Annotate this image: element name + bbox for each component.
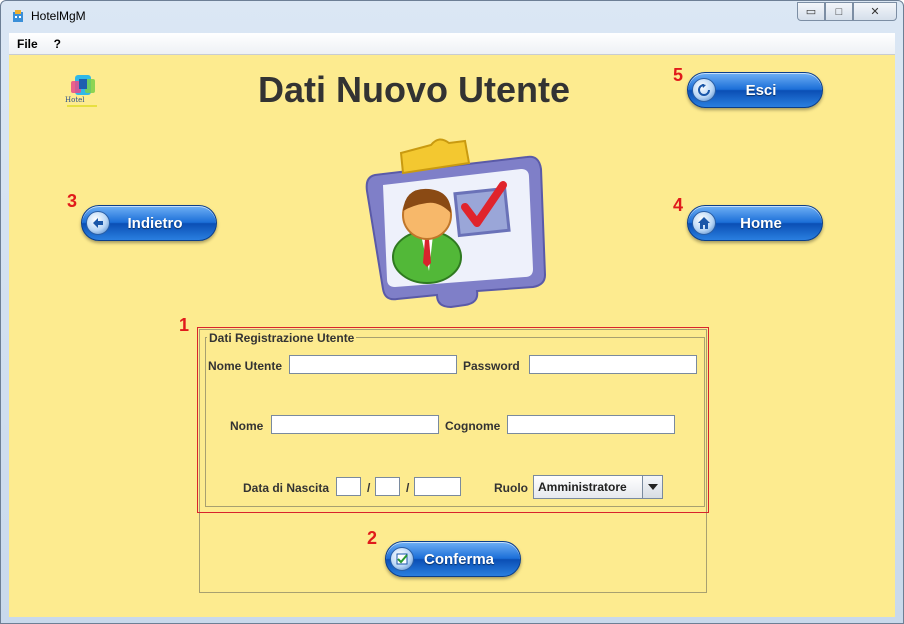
home-button[interactable]: Home [687, 205, 823, 241]
birthdate-label: Data di Nascita [243, 481, 330, 495]
confirm-button[interactable]: Conferma [385, 541, 521, 577]
close-button[interactable]: ✕ [853, 2, 897, 21]
menu-bar: File ? [9, 33, 895, 55]
username-label: Nome Utente [208, 359, 283, 373]
fieldset-legend: Dati Registrazione Utente [207, 331, 357, 345]
hotel-logo: Hotel [65, 75, 97, 107]
back-arrow-icon [86, 211, 110, 235]
main-panel: Hotel Dati Nuovo Utente 5 3 4 1 2 Esci I… [9, 55, 895, 617]
role-select[interactable]: Amministratore [533, 475, 663, 499]
logo-text: Hotel [65, 96, 85, 104]
date-separator: / [406, 481, 410, 495]
app-icon [13, 10, 23, 22]
surname-field[interactable] [507, 415, 675, 434]
annotation-home: 4 [673, 195, 684, 215]
minimize-button[interactable]: ▭ [797, 2, 825, 21]
birth-month-field[interactable] [375, 477, 400, 496]
annotation-back: 3 [67, 191, 78, 211]
name-field[interactable] [271, 415, 439, 434]
confirm-button-label: Conferma [423, 550, 494, 568]
maximize-button[interactable]: □ [825, 2, 853, 21]
exit-icon [692, 78, 716, 102]
password-field[interactable] [529, 355, 697, 374]
title-bar: HotelMgM ▭ □ ✕ [1, 1, 903, 31]
menu-file[interactable]: File [9, 37, 46, 51]
password-label: Password [463, 359, 520, 373]
confirm-check-icon [390, 547, 414, 571]
surname-label: Cognome [445, 419, 501, 433]
menu-help[interactable]: ? [46, 37, 69, 51]
exit-button-label: Esci [745, 81, 777, 99]
window-controls: ▭ □ ✕ [797, 2, 897, 22]
user-badge-illustration [365, 138, 547, 309]
exit-button[interactable]: Esci [687, 72, 823, 108]
chevron-down-icon[interactable] [642, 476, 662, 498]
role-label: Ruolo [494, 481, 528, 495]
back-button[interactable]: Indietro [81, 205, 217, 241]
name-label: Nome [230, 419, 264, 433]
home-icon [692, 211, 716, 235]
date-separator: / [367, 481, 371, 495]
window-title: HotelMgM [31, 9, 86, 23]
birth-day-field[interactable] [336, 477, 361, 496]
home-button-label: Home [740, 214, 782, 232]
annotation-exit: 5 [673, 65, 684, 85]
back-button-label: Indietro [127, 214, 183, 232]
app-window: HotelMgM ▭ □ ✕ File ? Hotel Dati Nuovo U… [0, 0, 904, 624]
annotation-form: 1 [179, 315, 190, 335]
page-title: Dati Nuovo Utente [257, 69, 570, 110]
birth-year-field[interactable] [414, 477, 461, 496]
role-selected-value: Amministratore [538, 480, 627, 494]
username-field[interactable] [289, 355, 457, 374]
